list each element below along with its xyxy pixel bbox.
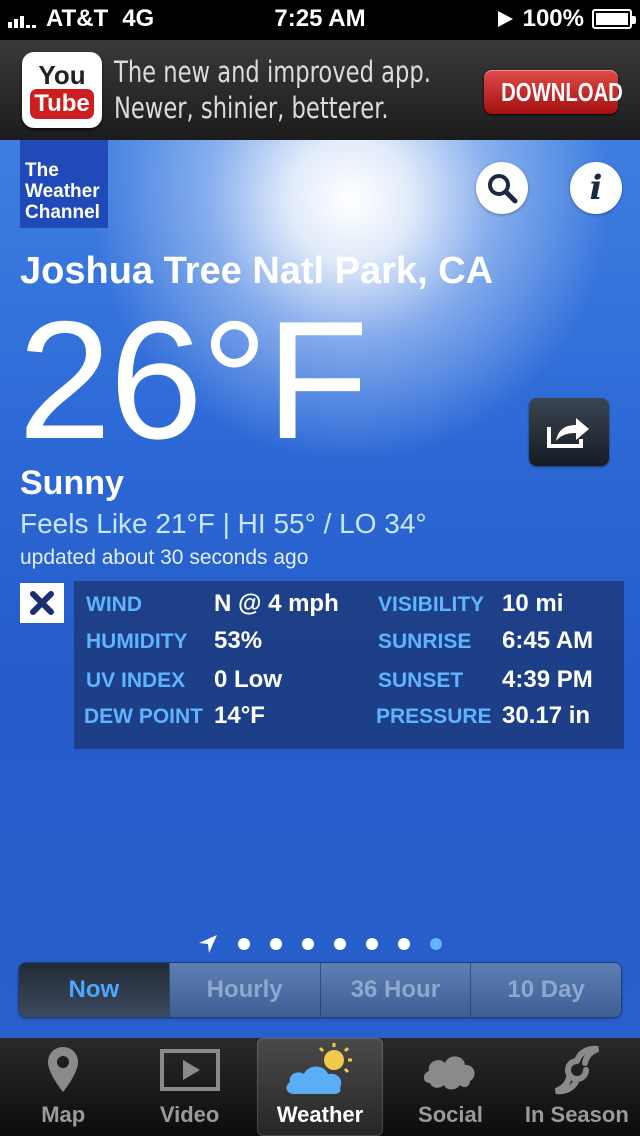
page-dot-active: [430, 938, 442, 950]
current-temperature: 26°F: [18, 286, 369, 474]
ad-line-1: The new and improved app.: [114, 55, 431, 89]
tabbar-label-weather: Weather: [276, 1102, 364, 1127]
logo-line-1: The: [25, 160, 59, 181]
feels-like-text: Feels Like 21°F | HI 55° / LO 34°: [20, 508, 427, 539]
tabbar-item-weather[interactable]: Weather: [256, 1038, 384, 1136]
weather-main[interactable]: The Weather Channel i Joshua Tree Natl P…: [0, 140, 640, 1038]
tabbar-item-in-season[interactable]: In Season: [514, 1038, 640, 1136]
humidity-value: 53%: [214, 627, 263, 654]
share-icon: [547, 418, 589, 448]
tabbar-item-social[interactable]: Social: [387, 1038, 513, 1136]
close-icon: [30, 591, 54, 615]
info-button[interactable]: i: [570, 162, 622, 214]
page-dot: [302, 938, 314, 950]
tab-now[interactable]: Now: [19, 963, 169, 1017]
sunset-label: SUNSET: [378, 669, 464, 692]
page-dot: [334, 938, 346, 950]
tab-10-day[interactable]: 10 Day: [470, 963, 621, 1017]
youtube-logo-tube: Tube: [30, 89, 94, 119]
details-row: HUMIDITY 53% SUNRISE 6:45 AM: [74, 623, 624, 659]
wind-label: WIND: [86, 593, 142, 616]
tabbar-label-video: Video: [159, 1102, 220, 1127]
youtube-logo: You Tube: [22, 52, 102, 128]
pressure-label: PRESSURE: [376, 705, 492, 728]
ad-text: The new and improved app. Newer, shinier…: [114, 54, 431, 126]
weather-channel-logo: The Weather Channel: [20, 140, 108, 228]
video-icon: [159, 1049, 220, 1091]
battery-percent: 100%: [522, 5, 584, 32]
download-label: DOWNLOAD: [501, 77, 623, 107]
ad-line-2: Newer, shinier, betterer.: [114, 91, 389, 125]
pressure-value: 30.17 in: [502, 702, 591, 729]
page-indicator[interactable]: [0, 934, 640, 954]
tab-36-hour[interactable]: 36 Hour: [319, 963, 471, 1017]
tab-hourly[interactable]: Hourly: [168, 963, 320, 1017]
social-cloud-icon: [424, 1056, 475, 1090]
details-row: DEW POINT 14°F PRESSURE 30.17 in: [74, 698, 624, 734]
humidity-label: HUMIDITY: [86, 630, 188, 653]
search-icon: [488, 174, 518, 204]
download-button[interactable]: DOWNLOAD: [484, 70, 623, 114]
close-details-button[interactable]: [20, 583, 64, 623]
uv-value: 0 Low: [214, 666, 283, 693]
dew-point-label: DEW POINT: [84, 705, 203, 728]
info-icon: i: [589, 168, 603, 208]
details-row: UV INDEX 0 Low SUNSET 4:39 PM: [74, 662, 624, 698]
status-right: 100%: [495, 5, 636, 33]
visibility-value: 10 mi: [502, 590, 564, 617]
logo-line-2: Weather: [25, 181, 100, 202]
condition-text: Sunny: [20, 464, 124, 502]
updated-text: updated about 30 seconds ago: [20, 546, 309, 569]
sunrise-value: 6:45 AM: [502, 627, 594, 654]
bottom-tab-bar: Map Video Weather Social In Season: [0, 1038, 640, 1136]
ad-banner[interactable]: You Tube The new and improved app. Newer…: [0, 40, 640, 140]
status-bar: AT&T 4G 7:25 AM 100%: [0, 0, 640, 40]
sunset-value: 4:39 PM: [502, 666, 593, 693]
tabbar-label-social: Social: [418, 1102, 483, 1127]
visibility-label: VISIBILITY: [378, 593, 485, 616]
page-dot: [366, 938, 378, 950]
sunrise-label: SUNRISE: [378, 630, 472, 653]
page-dot: [398, 938, 410, 950]
search-button[interactable]: [476, 162, 528, 214]
tabbar-label-in-season: In Season: [524, 1102, 629, 1127]
location-arrow-icon: [497, 11, 513, 27]
wind-value: N @ 4 mph: [214, 590, 339, 617]
battery-icon: [592, 9, 636, 29]
forecast-segmented-control: Now Hourly 36 Hour 10 Day: [18, 962, 622, 1018]
youtube-logo-you: You: [38, 60, 86, 90]
dew-point-value: 14°F: [214, 702, 265, 729]
share-button[interactable]: [529, 398, 609, 466]
hurricane-icon: [554, 1045, 599, 1095]
uv-label: UV INDEX: [86, 669, 186, 692]
details-row: WIND N @ 4 mph VISIBILITY 10 mi: [74, 586, 624, 622]
map-pin-icon: [48, 1047, 79, 1092]
tabbar-item-map[interactable]: Map: [0, 1038, 126, 1136]
tabbar-label-map: Map: [41, 1102, 86, 1127]
logo-line-3: Channel: [25, 202, 100, 223]
page-dot: [270, 938, 282, 950]
page-dot: [238, 938, 250, 950]
details-panel: WIND N @ 4 mph VISIBILITY 10 mi HUMIDITY…: [74, 581, 624, 749]
tabbar-item-video[interactable]: Video: [126, 1038, 252, 1136]
weather-icon: [286, 1043, 353, 1094]
current-location-icon: [199, 935, 217, 953]
